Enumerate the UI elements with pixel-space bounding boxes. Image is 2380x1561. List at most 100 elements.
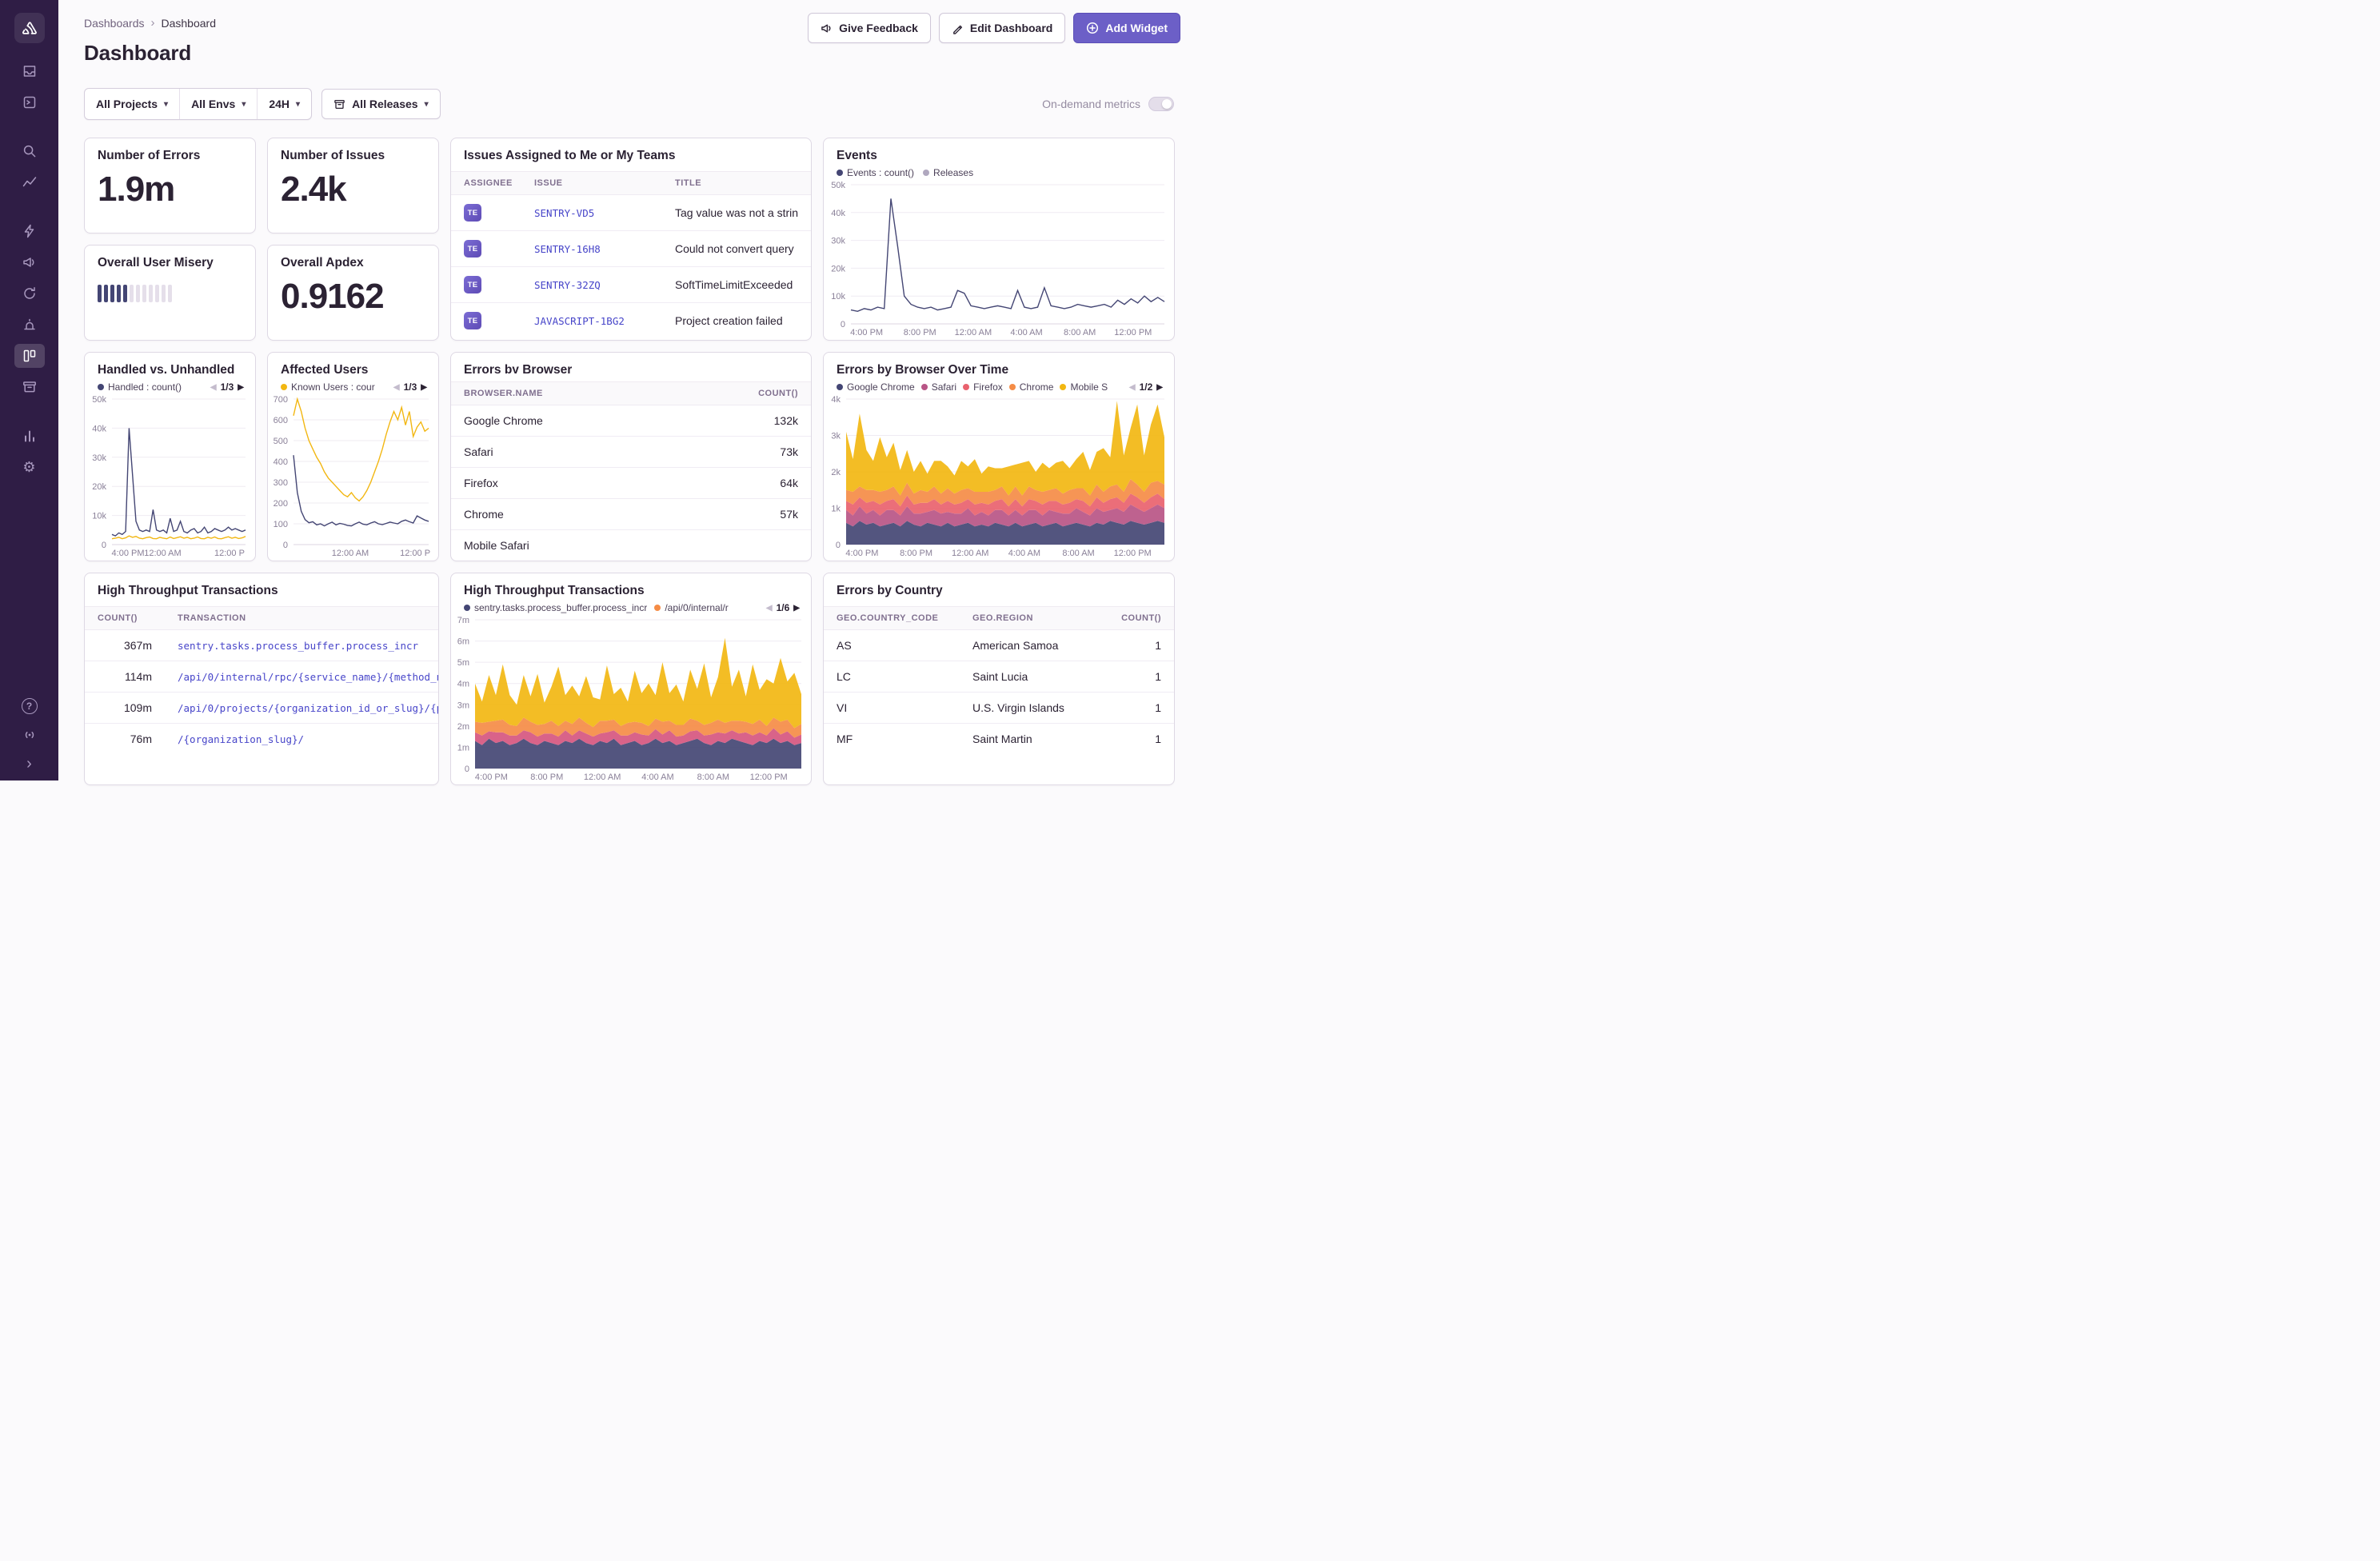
svg-text:500: 500 — [274, 437, 288, 446]
browser-row[interactable]: Safari 73k — [451, 437, 811, 468]
legend-item[interactable]: Mobile S — [1060, 381, 1108, 393]
legend-item[interactable]: Safari — [921, 381, 956, 393]
svg-text:50k: 50k — [92, 395, 106, 405]
browser-row[interactable]: Firefox 64k — [451, 468, 811, 499]
prev-page-icon[interactable]: ◀ — [210, 383, 217, 392]
legend-item[interactable]: Known Users : cour — [281, 381, 375, 393]
misery-bar — [136, 285, 140, 302]
transaction-link[interactable]: /api/0/projects/{organization_id_or_slug… — [178, 702, 438, 714]
column-header: ASSIGNEE — [451, 172, 521, 195]
edit-dashboard-button[interactable]: Edit Dashboard — [939, 13, 1065, 43]
sentry-logo[interactable] — [14, 13, 45, 43]
issue-link[interactable]: SENTRY-32ZQ — [534, 279, 601, 291]
sidebar-item-feedback[interactable] — [14, 250, 45, 274]
svg-text:7m: 7m — [457, 616, 469, 625]
transaction-link[interactable]: sentry.tasks.process_buffer.process_incr — [178, 640, 418, 652]
errors-by-browser-over-time-chart[interactable]: 4k3k2k1k04:00 PM8:00 PM12:00 AM4:00 AM8:… — [824, 394, 1171, 559]
sidebar-item-replays[interactable] — [14, 281, 45, 305]
sidebar-item-alerts[interactable] — [14, 219, 45, 243]
sidebar-item-crons[interactable] — [14, 313, 45, 337]
country-row[interactable]: LC Saint Lucia 1 — [824, 661, 1174, 693]
transaction-row[interactable]: 114m /api/0/internal/rpc/{service_name}/… — [85, 661, 438, 693]
high-throughput-chart[interactable]: 7m6m5m4m3m2m1m04:00 PM8:00 PM12:00 AM4:0… — [451, 615, 808, 783]
browser-row[interactable]: Chrome 57k — [451, 499, 811, 530]
widget-title: Overall User Misery — [98, 256, 242, 270]
issue-link[interactable]: JAVASCRIPT-1BG2 — [534, 315, 625, 327]
issue-row[interactable]: TE SENTRY-32ZQ SoftTimeLimitExceeded — [451, 267, 811, 303]
browser-row[interactable]: Mobile Safari — [451, 530, 811, 561]
date-range-filter[interactable]: 24H ▾ — [257, 89, 311, 119]
widget-number-of-issues: Number of Issues 2.4k — [267, 138, 439, 234]
legend-item[interactable]: Firefox — [963, 381, 1003, 393]
releases-filter[interactable]: All Releases ▾ — [321, 89, 441, 119]
misery-bar — [104, 285, 108, 302]
legend-item[interactable]: Handled : count() — [98, 381, 182, 393]
next-page-icon[interactable]: ▶ — [421, 383, 427, 392]
svg-text:0: 0 — [836, 541, 841, 550]
svg-text:12:00 AM: 12:00 AM — [144, 549, 181, 558]
country-code: AS — [824, 630, 960, 661]
next-page-icon[interactable]: ▶ — [793, 604, 800, 613]
breadcrumb-separator-icon: › — [151, 16, 155, 30]
header-actions: Give Feedback Edit Dashboard Add Widget — [808, 13, 1180, 43]
svg-text:2m: 2m — [457, 722, 469, 732]
widget-title: Errors by Browser — [464, 363, 798, 373]
sidebar-item-settings[interactable]: ⚙ — [14, 455, 45, 479]
svg-text:4:00 PM: 4:00 PM — [845, 549, 878, 558]
sidebar-item-stats[interactable] — [14, 424, 45, 448]
transaction-row[interactable]: 367m sentry.tasks.process_buffer.process… — [85, 630, 438, 661]
sidebar: ⚙ ? › — [0, 0, 58, 780]
issue-link[interactable]: SENTRY-16H8 — [534, 243, 601, 255]
sidebar-item-projects[interactable] — [14, 90, 45, 114]
events-chart[interactable]: 50k40k30k20k10k04:00 PM8:00 PM12:00 AM4:… — [824, 180, 1171, 338]
prev-page-icon[interactable]: ◀ — [766, 604, 773, 613]
country-row[interactable]: AS American Samoa 1 — [824, 630, 1174, 661]
issue-row[interactable]: TE SENTRY-16H8 Could not convert query — [451, 231, 811, 267]
country-row[interactable]: MF Saint Martin 1 — [824, 724, 1174, 755]
issue-link[interactable]: SENTRY-VD5 — [534, 207, 594, 219]
issue-row[interactable]: TE SENTRY-VD5 Tag value was not a strin — [451, 195, 811, 231]
transaction-link[interactable]: /{organization_slug}/ — [178, 733, 304, 745]
add-widget-button[interactable]: Add Widget — [1073, 13, 1180, 43]
archive-icon — [22, 379, 38, 395]
handled-chart[interactable]: 50k40k30k20k10k04:00 PM12:00 AM12:00 P — [85, 394, 252, 559]
browser-row[interactable]: Google Chrome 132k — [451, 405, 811, 437]
project-filter[interactable]: All Projects ▾ — [85, 89, 179, 119]
give-feedback-button[interactable]: Give Feedback — [808, 13, 931, 43]
breadcrumb-dashboards[interactable]: Dashboards — [84, 17, 145, 30]
transaction-row[interactable]: 76m /{organization_slug}/ — [85, 724, 438, 755]
legend-item[interactable]: Events : count() — [837, 167, 914, 178]
legend-item[interactable]: Google Chrome — [837, 381, 915, 393]
sidebar-item-releases[interactable] — [14, 375, 45, 399]
sidebar-item-search[interactable] — [14, 139, 45, 163]
sidebar-item-dashboards[interactable] — [14, 344, 45, 368]
prev-page-icon[interactable]: ◀ — [1129, 383, 1136, 392]
legend-item[interactable]: sentry.tasks.process_buffer.process_incr — [464, 602, 647, 613]
sidebar-item-metrics[interactable] — [14, 170, 45, 194]
on-demand-toggle[interactable] — [1148, 97, 1174, 111]
country-row[interactable]: VI U.S. Virgin Islands 1 — [824, 693, 1174, 724]
prev-page-icon[interactable]: ◀ — [393, 383, 400, 392]
environment-filter[interactable]: All Envs ▾ — [179, 89, 257, 119]
legend-item[interactable]: Releases — [923, 167, 973, 178]
svg-text:0: 0 — [841, 320, 845, 329]
affected-users-chart[interactable]: 700600500400300200100012:00 AM12:00 P — [268, 394, 435, 559]
legend-item[interactable]: /api/0/internal/r — [654, 602, 728, 613]
page-filter-group: All Projects ▾ All Envs ▾ 24H ▾ — [84, 88, 312, 120]
widget-overall-apdex: Overall Apdex 0.9162 — [267, 245, 439, 341]
sidebar-item-help[interactable]: ? — [14, 694, 45, 718]
transaction-link[interactable]: /api/0/internal/rpc/{service_name}/{meth… — [178, 671, 438, 683]
svg-text:200: 200 — [274, 499, 288, 509]
issue-title: Tag value was not a strin — [662, 195, 811, 231]
sidebar-item-issues[interactable] — [14, 59, 45, 83]
issue-row[interactable]: TE JAVASCRIPT-1BG2 Project creation fail… — [451, 303, 811, 339]
legend-item[interactable]: Chrome — [1009, 381, 1054, 393]
sidebar-collapse[interactable]: › — [14, 752, 45, 776]
country-region: U.S. Virgin Islands — [960, 693, 1105, 724]
transaction-row[interactable]: 109m /api/0/projects/{organization_id_or… — [85, 693, 438, 724]
svg-text:2k: 2k — [831, 468, 841, 477]
next-page-icon[interactable]: ▶ — [238, 383, 244, 392]
next-page-icon[interactable]: ▶ — [1156, 383, 1163, 392]
widget-title: Errors by Country — [837, 584, 1161, 598]
sidebar-item-broadcasts[interactable] — [14, 723, 45, 747]
